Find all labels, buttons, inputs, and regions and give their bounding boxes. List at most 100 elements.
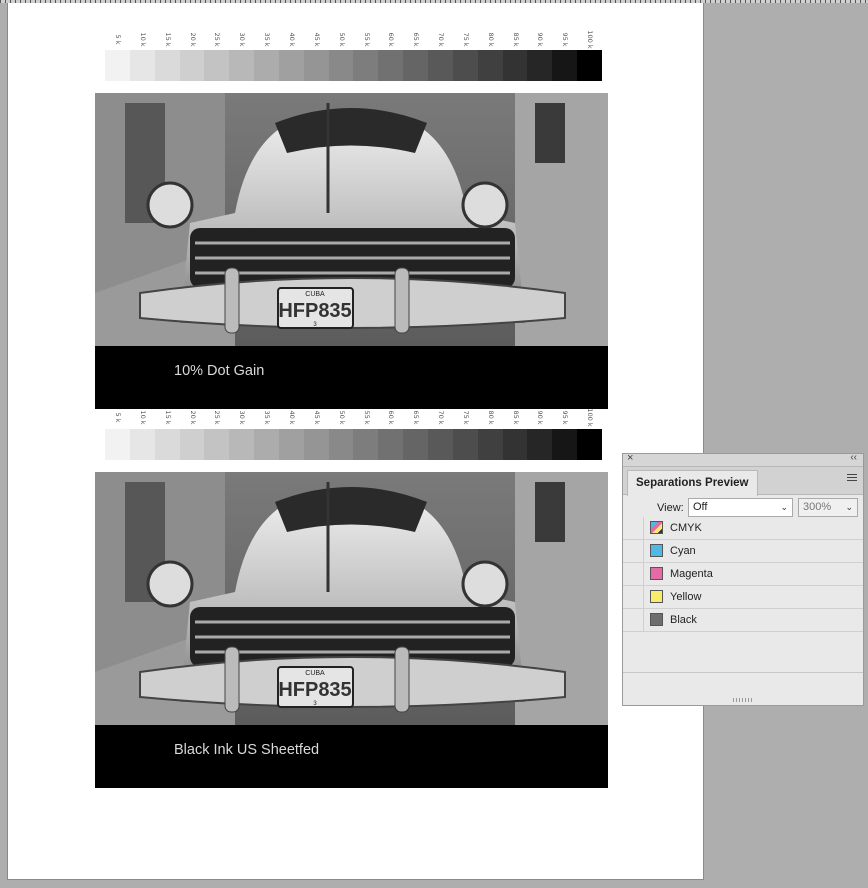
separation-row-yellow[interactable]: Yellow: [623, 586, 863, 609]
gray-scale-patch: [328, 50, 354, 81]
gray-scale-patch: [229, 50, 255, 81]
separation-row-cyan[interactable]: Cyan: [623, 540, 863, 563]
gray-scale-label: 80 k: [486, 410, 495, 425]
document-page: 5 k 10 k 15 k 20 k 25 k 30 k 35 k 40 k 45 k 50 k 5…: [7, 3, 704, 880]
gray-scale-label: 70 k: [437, 32, 446, 47]
separations-list: CMYK Cyan Magenta Yellow Black: [623, 517, 863, 632]
gray-scale-patch: [427, 429, 453, 460]
gray-scale-label: 80 k: [486, 32, 495, 47]
gray-scale-strip-bottom: [105, 429, 602, 460]
plate-top-text: CUBA: [305, 670, 325, 677]
gray-scale-label: 35 k: [263, 410, 272, 425]
visibility-toggle[interactable]: [623, 517, 644, 539]
gray-scale-label: 15 k: [163, 32, 172, 47]
gray-scale-patch: [254, 50, 279, 81]
caption-bottom: Black Ink US Sheetfed: [174, 742, 320, 758]
gray-scale-label: 55 k: [362, 32, 371, 47]
gray-scale-label: 95 k: [561, 32, 570, 47]
gray-scale-label: 10 k: [138, 32, 147, 47]
gray-scale-label: 5 k: [114, 34, 122, 45]
gray-scale-label: 60 k: [387, 32, 396, 47]
gray-scale-label: 25 k: [213, 32, 222, 47]
separation-row-magenta[interactable]: Magenta: [623, 563, 863, 586]
gray-scale-patch: [204, 429, 230, 460]
gray-scale-label: 45 k: [312, 32, 321, 47]
caption-top: 10% Dot Gain: [174, 363, 265, 379]
gray-scale-label: 5 k: [114, 412, 122, 423]
separation-row-cmyk[interactable]: CMYK: [623, 517, 863, 540]
car-photo-top: CUBA HFP835 3: [95, 93, 608, 346]
panel-tab-row: Separations Preview: [623, 467, 863, 496]
gray-scale-label: 50 k: [337, 410, 346, 425]
gray-scale-patch: [427, 50, 453, 81]
view-dropdown-value: Off: [693, 501, 708, 513]
gray-scale-patch: [502, 50, 528, 81]
gray-scale-patch: [452, 50, 478, 81]
visibility-toggle[interactable]: [623, 540, 644, 562]
caption-bar-bottom: Black Ink US Sheetfed: [95, 725, 608, 788]
gray-scale-label: 25 k: [213, 410, 222, 425]
hamburger-menu-icon[interactable]: [847, 474, 857, 483]
gray-scale-patch: [378, 50, 404, 81]
gray-scale-label: 90 k: [536, 32, 545, 47]
gray-scale-patch: [154, 50, 180, 81]
classic-car-image: CUBA HFP835 3: [95, 472, 608, 725]
gray-scale-label: 50 k: [337, 32, 346, 47]
gray-scale-patch: [278, 429, 304, 460]
gray-scale-patch: [278, 50, 304, 81]
gray-scale-patch: [129, 50, 155, 81]
plate-main-text: HFP835: [278, 300, 351, 322]
gray-scale-labels-bottom: 5 k 10 k 15 k 20 k 25 k 30 k 35 k 40 k 45 k 50 k 5…: [105, 408, 602, 426]
gray-scale-patch: [527, 50, 553, 81]
zoom-dropdown-value: 300%: [803, 501, 832, 513]
gray-scale-label: 10 k: [138, 410, 147, 425]
gray-scale-patch: [179, 50, 205, 81]
gray-scale-label: 85 k: [511, 410, 520, 425]
color-swatch-icon: [650, 567, 663, 580]
gray-scale-patch: [477, 429, 503, 460]
gray-scale-patch: [303, 50, 329, 81]
gray-scale-label: 75 k: [461, 32, 470, 47]
view-row: View: Off ⌄ 300% ⌄: [623, 495, 863, 519]
resize-grip-icon[interactable]: [733, 698, 753, 702]
separation-label: CMYK: [670, 522, 702, 534]
gray-scale-patch: [105, 50, 130, 81]
separation-row-black[interactable]: Black: [623, 609, 863, 632]
gray-scale-patch: [303, 429, 329, 460]
gray-scale-label: 30 k: [238, 32, 247, 47]
gray-scale-label: 55 k: [362, 410, 371, 425]
separation-label: Black: [670, 614, 697, 626]
gray-scale-patch: [353, 50, 379, 81]
gray-scale-label: 65 k: [412, 410, 421, 425]
gray-scale-patch: [527, 429, 553, 460]
close-icon[interactable]: ×: [627, 452, 633, 464]
view-dropdown[interactable]: Off ⌄: [688, 498, 793, 517]
caption-bar-top: 10% Dot Gain: [95, 346, 608, 409]
gray-scale-patch: [452, 429, 478, 460]
visibility-toggle[interactable]: [623, 563, 644, 585]
gray-scale-patch: [577, 50, 602, 81]
gray-scale-patch: [129, 429, 155, 460]
double-chevron-icon[interactable]: ‹‹: [850, 452, 857, 463]
gray-scale-patch: [378, 429, 404, 460]
gray-scale-label: 20 k: [188, 410, 197, 425]
visibility-toggle[interactable]: [623, 586, 644, 608]
gray-scale-label: 45 k: [312, 410, 321, 425]
gray-scale-patch: [577, 429, 602, 460]
gray-scale-label: 60 k: [387, 410, 396, 425]
zoom-dropdown[interactable]: 300% ⌄: [798, 498, 858, 517]
gray-scale-patch: [204, 50, 230, 81]
visibility-toggle[interactable]: [623, 609, 644, 631]
tab-separations-preview[interactable]: Separations Preview: [627, 470, 758, 496]
car-photo-bottom: CUBA HFP835 3: [95, 472, 608, 725]
gray-scale-label: 30 k: [238, 410, 247, 425]
gray-scale-label: 65 k: [412, 32, 421, 47]
gray-scale-patch: [403, 50, 428, 81]
gray-scale-label: 70 k: [437, 410, 446, 425]
gray-scale-patch: [229, 429, 255, 460]
gray-scale-patch: [179, 429, 205, 460]
color-swatch-icon: [650, 544, 663, 557]
gray-scale-label: 90 k: [536, 410, 545, 425]
separations-preview-panel[interactable]: × ‹‹ Separations Preview View: Off ⌄ 300…: [622, 452, 864, 706]
panel-title-bar[interactable]: × ‹‹: [623, 452, 863, 467]
